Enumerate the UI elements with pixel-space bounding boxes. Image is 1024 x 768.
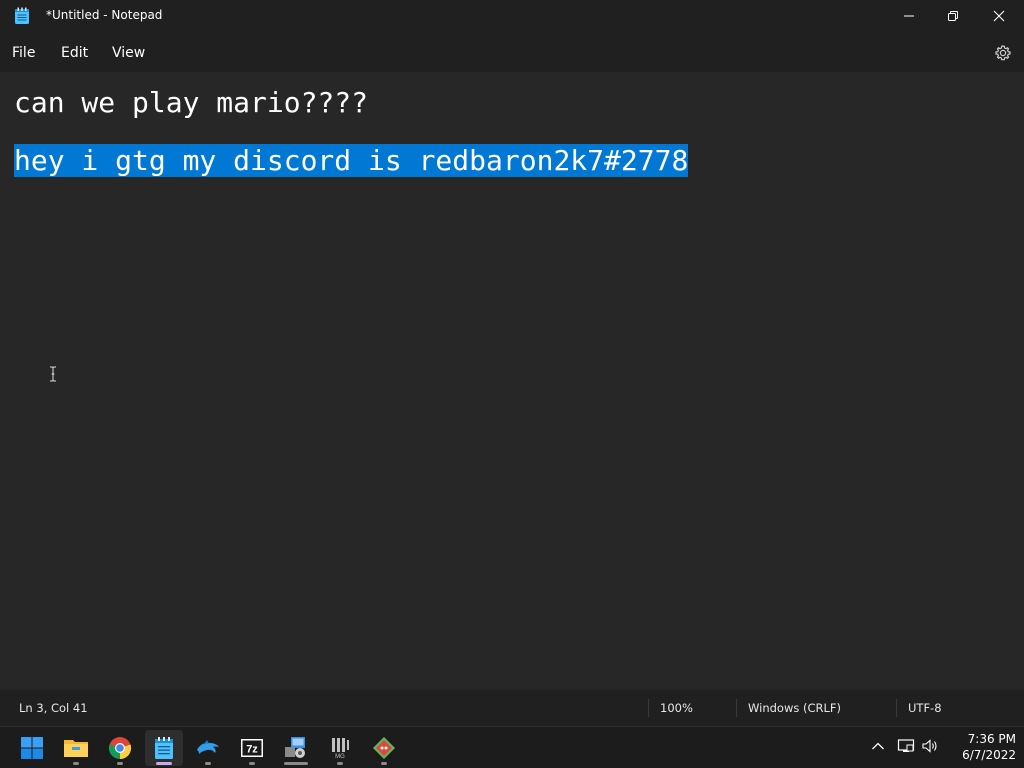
- text-editor[interactable]: can we play mario???? hey i gtg my disco…: [0, 72, 1024, 690]
- selected-text[interactable]: hey i gtg my discord is redbaron2k7#2778: [14, 144, 689, 177]
- taskbar-emulator[interactable]: [365, 730, 403, 766]
- settings-gear-icon[interactable]: [993, 43, 1013, 63]
- dolphin-emulator-icon: [197, 740, 219, 754]
- status-divider: [736, 699, 737, 717]
- notepad-icon: [15, 7, 29, 24]
- running-indicator: [117, 762, 123, 765]
- taskbar-mame[interactable]: MG: [321, 730, 359, 766]
- svg-text:MG: MG: [335, 754, 345, 760]
- svg-text:7z: 7z: [246, 744, 258, 756]
- tray-overflow-button[interactable]: [868, 736, 888, 756]
- chevron-up-icon: [872, 742, 884, 750]
- status-divider: [648, 699, 649, 717]
- network-icon: [897, 739, 915, 752]
- running-indicator: [249, 762, 255, 765]
- title-bar[interactable]: *Untitled - Notepad: [0, 0, 1024, 32]
- restore-button[interactable]: [930, 0, 976, 32]
- windows-start-icon: [21, 737, 43, 759]
- menu-bar: File Edit View: [0, 32, 1024, 72]
- mame-icon: MG: [332, 738, 349, 760]
- emulator-game-icon: [373, 737, 395, 759]
- control-panel-icon: [285, 737, 305, 758]
- active-indicator: [156, 762, 172, 765]
- zoom-level: 100%: [660, 701, 693, 715]
- menu-file[interactable]: File: [12, 45, 35, 61]
- menu-edit[interactable]: Edit: [61, 45, 88, 61]
- minimize-button[interactable]: [886, 0, 932, 32]
- status-divider: [896, 699, 897, 717]
- editor-line-3[interactable]: hey i gtg my discord is redbaron2k7#2778: [14, 144, 689, 178]
- status-bar: Ln 3, Col 41 100% Windows (CRLF) UTF-8: [0, 690, 1024, 726]
- taskbar-7zip[interactable]: 7z: [233, 730, 271, 766]
- running-indicator: [73, 762, 79, 765]
- clock-time: 7:36 PM: [967, 732, 1016, 746]
- text-cursor-icon: [50, 366, 56, 382]
- file-explorer-icon: [64, 740, 88, 757]
- editor-line-1[interactable]: can we play mario????: [14, 86, 368, 120]
- taskbar-clock[interactable]: 7:36 PM 6/7/2022: [944, 731, 1016, 763]
- running-indicator: [205, 762, 211, 765]
- notepad-icon: [155, 737, 173, 759]
- taskbar-notepad[interactable]: [145, 730, 183, 766]
- window-title: *Untitled - Notepad: [46, 8, 163, 22]
- minimize-icon: [904, 15, 914, 17]
- encoding: UTF-8: [908, 701, 942, 715]
- line-ending: Windows (CRLF): [748, 701, 842, 715]
- running-indicator: [284, 762, 308, 765]
- taskbar-chrome[interactable]: [101, 730, 139, 766]
- taskbar-file-explorer[interactable]: [57, 730, 95, 766]
- close-icon: [993, 10, 1005, 22]
- menu-view[interactable]: View: [112, 45, 145, 61]
- volume-icon: [922, 739, 937, 753]
- running-indicator: [381, 762, 387, 765]
- notepad-window: *Untitled - Notepad File Edit View can w…: [0, 0, 1024, 768]
- start-button[interactable]: [13, 730, 51, 766]
- taskbar-control-panel[interactable]: [277, 730, 315, 766]
- taskbar-dolphin[interactable]: [189, 730, 227, 766]
- running-indicator: [337, 762, 343, 765]
- 7zip-icon: 7z: [241, 739, 263, 757]
- clock-date: 6/7/2022: [962, 748, 1016, 762]
- tray-network[interactable]: [896, 736, 916, 756]
- restore-icon: [948, 11, 958, 21]
- chrome-icon: [108, 737, 132, 760]
- close-button[interactable]: [976, 0, 1022, 32]
- cursor-position: Ln 3, Col 41: [19, 701, 88, 715]
- tray-volume[interactable]: [920, 736, 940, 756]
- taskbar: 7z MG 7:36 PM 6/7/2022: [0, 726, 1024, 768]
